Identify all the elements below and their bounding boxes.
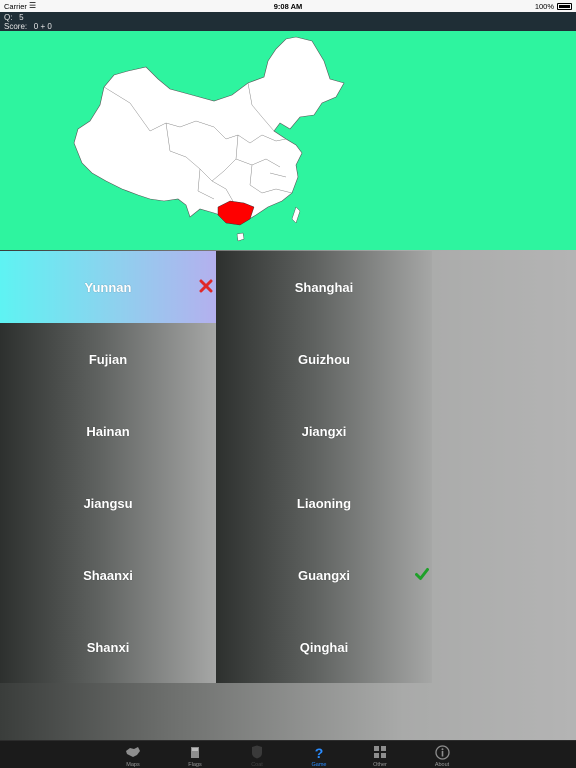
battery-percent: 100% — [534, 2, 554, 11]
tab-label: About — [434, 762, 450, 768]
answer-button-liaoning[interactable]: Liaoning — [216, 467, 432, 539]
question-number: 5 — [19, 13, 24, 22]
tab-label: Game — [311, 762, 327, 768]
question-counter: Q: 5 — [4, 13, 24, 22]
answer-label: Guangxi — [297, 567, 350, 583]
answer-button-jiangxi[interactable]: Jiangxi — [216, 395, 432, 467]
grid-icon — [370, 743, 390, 761]
answer-button-shanghai[interactable]: Shanghai — [216, 251, 432, 323]
map-icon — [123, 743, 143, 761]
answer-label: Qinghai — [299, 639, 349, 655]
taiwan-island — [291, 206, 301, 224]
answer-label: Jiangsu — [83, 495, 133, 511]
answer-label: Hainan — [86, 423, 130, 439]
answer-label: Yunnan — [84, 279, 132, 295]
highlighted-province — [217, 200, 255, 226]
tab-maps[interactable]: Maps — [113, 741, 153, 768]
tab-game[interactable]: ? Game — [299, 741, 339, 768]
status-bar: Carrier ☰ 9:08 AM 100% — [0, 0, 576, 12]
score-value: 0 + 0 — [33, 22, 52, 31]
answer-button-yunnan[interactable]: Yunnan — [0, 251, 216, 323]
answer-button-fujian[interactable]: Fujian — [0, 323, 216, 395]
flag-book-icon — [185, 743, 205, 761]
answer-label: Liaoning — [296, 495, 352, 511]
tab-label: Other — [373, 762, 387, 768]
tab-coat[interactable]: Coat — [237, 741, 277, 768]
quiz-info-bar: Q: 5 Score: 0 + 0 — [0, 12, 576, 31]
answer-button-jiangsu[interactable]: Jiangsu — [0, 467, 216, 539]
answer-button-shanxi[interactable]: Shanxi — [0, 611, 216, 683]
china-map — [73, 36, 345, 242]
china-outline — [73, 36, 345, 222]
answer-button-shaanxi[interactable]: Shaanxi — [0, 539, 216, 611]
shield-icon — [247, 743, 267, 761]
score-label: Score: — [4, 22, 28, 31]
x-mark-icon — [199, 279, 213, 293]
status-time: 9:08 AM — [273, 2, 303, 11]
answer-button-guizhou[interactable]: Guizhou — [216, 323, 432, 395]
answer-label: Fujian — [88, 351, 128, 367]
battery-icon — [557, 3, 572, 10]
tab-other[interactable]: Other — [360, 741, 400, 768]
info-icon — [432, 743, 452, 761]
tab-label: Coat — [251, 762, 263, 768]
tab-label: Maps — [126, 762, 140, 768]
check-mark-icon — [415, 568, 429, 580]
answer-button-qinghai[interactable]: Qinghai — [216, 611, 432, 683]
answer-label: Shanxi — [86, 639, 130, 655]
hainan-island — [236, 232, 245, 242]
score-display: Score: 0 + 0 — [4, 22, 52, 31]
question-icon: ? — [309, 743, 329, 761]
question-label: Q: — [4, 13, 13, 22]
answer-button-hainan[interactable]: Hainan — [0, 395, 216, 467]
tab-bar: Maps Flags Coat ? Game Other About — [0, 740, 576, 768]
tab-label: Flags — [188, 762, 202, 768]
tab-about[interactable]: About — [422, 741, 462, 768]
svg-text:?: ? — [315, 745, 324, 760]
answer-label: Shaanxi — [83, 567, 133, 583]
answer-label: Jiangxi — [301, 423, 347, 439]
answer-label: Guizhou — [298, 351, 350, 367]
map-area — [0, 31, 576, 250]
tab-flags[interactable]: Flags — [175, 741, 215, 768]
answer-label: Shanghai — [294, 279, 354, 295]
answer-button-guangxi[interactable]: Guangxi — [216, 539, 432, 611]
